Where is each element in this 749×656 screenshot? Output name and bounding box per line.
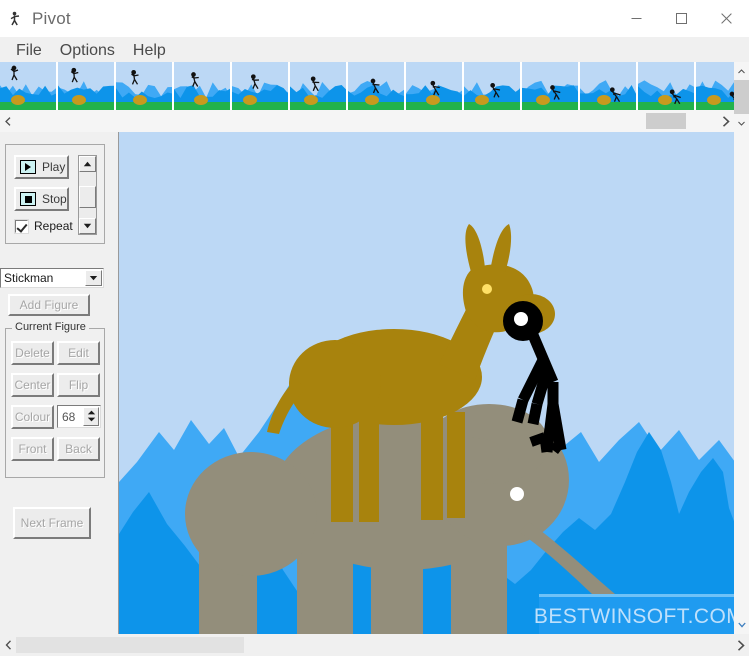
next-frame-button[interactable]: Next Frame [13, 507, 91, 539]
stop-square-icon [20, 192, 36, 206]
repeat-checkbox[interactable]: Repeat [14, 218, 73, 234]
figure-type-value: Stickman [4, 271, 54, 285]
donkey-eye [482, 284, 492, 294]
window-title: Pivot [32, 8, 71, 28]
filmstrip-frame[interactable] [290, 62, 348, 110]
chevron-right-icon[interactable] [733, 634, 749, 656]
play-triangle-icon [20, 160, 36, 174]
filmstrip-vscroll-thumb[interactable] [734, 80, 749, 114]
close-button[interactable] [704, 0, 749, 37]
filmstrip-scroll-thumb[interactable] [646, 113, 686, 129]
main-scroll-track[interactable] [16, 634, 733, 656]
current-figure-group: Current Figure Delete Edit Center Flip C… [5, 321, 105, 478]
checkbox-check-icon [14, 218, 29, 234]
triangle-up-icon[interactable] [79, 156, 96, 172]
speed-slider-thumb[interactable] [79, 186, 96, 208]
filmstrip-horizontal-scrollbar[interactable] [0, 110, 734, 132]
add-figure-label: Add Figure [19, 298, 79, 312]
triangle-down-icon[interactable] [79, 218, 96, 234]
title-bar: Pivot [0, 0, 749, 37]
add-figure-button[interactable]: Add Figure [8, 294, 90, 316]
chevron-down-icon[interactable] [734, 616, 749, 634]
window-controls [614, 0, 749, 37]
main-horizontal-scrollbar[interactable] [0, 634, 749, 656]
triangle-up-icon[interactable] [87, 410, 96, 417]
control-panel: Play Stop Repeat Stickman Add Figure Cur… [0, 132, 110, 634]
edit-button-label: Edit [68, 346, 89, 360]
filmstrip-scroll-track[interactable] [16, 110, 718, 132]
canvas-scene [119, 132, 734, 634]
animation-canvas[interactable]: BESTWINSOFT.COM [118, 132, 734, 634]
filmstrip-frame[interactable] [464, 62, 522, 110]
chevron-down-icon[interactable] [734, 114, 749, 132]
elephant-eye [510, 487, 524, 501]
stickman-eye [514, 312, 528, 326]
minimize-button[interactable] [614, 0, 659, 37]
filmstrip-vertical-scrollbar[interactable] [734, 62, 749, 132]
filmstrip-frame[interactable] [232, 62, 290, 110]
edit-button[interactable]: Edit [57, 341, 100, 365]
filmstrip-frame[interactable] [580, 62, 638, 110]
chevron-left-icon[interactable] [0, 110, 16, 132]
menu-item-options[interactable]: Options [51, 40, 124, 62]
center-button-label: Center [14, 378, 51, 392]
play-button[interactable]: Play [14, 155, 69, 179]
filmstrip-frame[interactable] [522, 62, 580, 110]
chevron-left-icon[interactable] [0, 634, 16, 656]
front-button-label: Front [18, 442, 47, 456]
stickman-icon [8, 11, 24, 27]
filmstrip-frame[interactable] [638, 62, 696, 110]
current-figure-legend: Current Figure [12, 321, 89, 333]
back-button-label: Back [65, 442, 92, 456]
filmstrip-frame[interactable] [116, 62, 174, 110]
filmstrip-frame[interactable] [58, 62, 116, 110]
menu-bar: File Options Help [0, 37, 749, 64]
maximize-icon [676, 13, 687, 24]
center-button[interactable]: Center [11, 373, 54, 397]
colour-button[interactable]: Colour [11, 405, 54, 429]
frame-filmstrip[interactable] [0, 62, 749, 110]
pivot-application-window: Pivot File Options Help Play Stop Repeat… [0, 0, 749, 656]
filmstrip-frame[interactable] [348, 62, 406, 110]
maximize-button[interactable] [659, 0, 704, 37]
animation-speed-slider[interactable] [78, 155, 97, 235]
canvas-vertical-scrollbar[interactable] [734, 132, 749, 634]
front-button[interactable]: Front [11, 437, 54, 461]
repeat-label: Repeat [34, 219, 73, 233]
delete-button-label: Delete [15, 346, 50, 360]
triangle-down-icon[interactable] [87, 417, 96, 424]
back-button[interactable]: Back [57, 437, 100, 461]
filmstrip-frame[interactable] [0, 62, 58, 110]
playback-group: Play Stop Repeat [5, 144, 105, 244]
colour-value: 68 [62, 409, 76, 424]
stop-button[interactable]: Stop [14, 187, 69, 211]
filmstrip-frame[interactable] [406, 62, 464, 110]
menu-item-help[interactable]: Help [124, 40, 175, 62]
close-icon [721, 13, 732, 24]
delete-button[interactable]: Delete [11, 341, 54, 365]
filmstrip-frame[interactable] [174, 62, 232, 110]
spinner-buttons[interactable] [83, 407, 99, 426]
chevron-down-icon[interactable] [85, 270, 102, 286]
colour-button-label: Colour [14, 410, 51, 424]
chevron-up-icon[interactable] [734, 62, 749, 80]
chevron-right-icon[interactable] [718, 110, 734, 132]
colour-value-spinner[interactable]: 68 [57, 405, 101, 428]
main-scroll-thumb[interactable] [16, 637, 244, 653]
stop-button-label: Stop [42, 192, 67, 206]
minimize-icon [631, 13, 642, 24]
figure-type-combobox[interactable]: Stickman [0, 268, 104, 288]
next-frame-label: Next Frame [20, 516, 84, 530]
flip-button-label: Flip [68, 378, 89, 392]
play-button-label: Play [42, 160, 66, 174]
flip-button[interactable]: Flip [57, 373, 100, 397]
menu-item-file[interactable]: File [7, 40, 51, 62]
